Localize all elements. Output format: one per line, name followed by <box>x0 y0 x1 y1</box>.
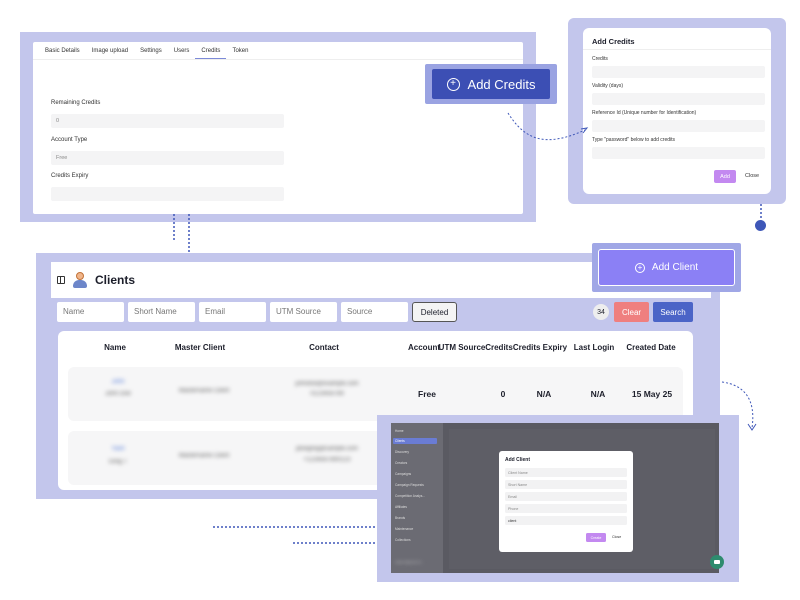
sidebar-item-collections[interactable]: Collections <box>395 538 411 542</box>
client-name-input[interactable]: Client Name <box>505 468 627 477</box>
client-full-name: Greg T <box>108 459 128 465</box>
sidebar-item-competition-analysis[interactable]: Competition Analys... <box>395 494 425 498</box>
sidebar-item-brands[interactable]: Brands <box>395 516 405 520</box>
column-header-utm-source: UTM Source <box>438 343 486 352</box>
utm-source-filter-input[interactable]: UTM Source <box>270 302 337 322</box>
clients-header: Clients <box>57 272 135 288</box>
sidebar-toggle-icon[interactable] <box>57 276 65 284</box>
client-name-link[interactable]: Yash <box>111 446 124 452</box>
column-header-name: Name <box>104 343 126 352</box>
page-title: Clients <box>95 273 136 287</box>
client-full-name: John Doe <box>105 391 131 397</box>
short-name-input[interactable]: Short Name <box>505 480 627 489</box>
contact-phone-cell: +1234567890123 <box>303 457 351 463</box>
sidebar-item-creators[interactable]: Creators <box>395 461 407 465</box>
master-client-cell: Mastername Client <box>178 453 230 459</box>
dashboard-sidebar: Home Clients Discovery Creators Campaign… <box>391 423 443 573</box>
client-name-link[interactable]: John <box>111 379 124 385</box>
email-input[interactable]: Email <box>505 492 627 501</box>
clear-button[interactable]: Clear <box>614 302 649 322</box>
add-client-modal: Add Client Client Name Short Name Email … <box>499 451 633 552</box>
create-button[interactable]: Create <box>586 533 606 542</box>
contact-email-cell: johndoe@example.com <box>295 381 359 387</box>
column-header-credits-expiry: Credits Expiry <box>512 343 568 352</box>
contact-phone-cell: 0123456789 <box>310 391 344 397</box>
created-date-cell: 15 May 25 <box>631 389 673 399</box>
add-client-button-frame: + Add Client <box>592 243 741 292</box>
credits-expiry-cell: N/A <box>536 389 552 399</box>
column-header-account: Account <box>408 343 440 352</box>
sidebar-item-maintenance[interactable]: Maintenance <box>395 527 413 531</box>
credits-cell: 0 <box>500 389 506 399</box>
clients-avatar-icon <box>73 272 87 288</box>
sidebar-item-affiliates[interactable]: Affiliates <box>395 505 407 509</box>
search-button[interactable]: Search <box>653 302 693 322</box>
column-header-master-client: Master Client <box>174 343 226 352</box>
short-name-filter-input[interactable]: Short Name <box>128 302 195 322</box>
source-filter-input[interactable]: Source <box>341 302 408 322</box>
dashboard-preview: Home Clients Discovery Creators Campaign… <box>391 423 719 573</box>
plus-circle-icon: + <box>634 262 645 273</box>
user-email: dwaate.tt@gmail.com <box>395 560 422 564</box>
sidebar-item-discovery[interactable]: Discovery <box>395 450 409 454</box>
chat-icon[interactable] <box>710 555 724 569</box>
sidebar-item-campaign-requests[interactable]: Campaign Requests <box>395 483 424 487</box>
client-type-select[interactable]: client <box>505 516 627 525</box>
account-cell: Free <box>418 389 436 399</box>
contact-email-cell: jdoegreg@sample.com <box>296 446 358 452</box>
add-client-button-label: Add Client <box>651 262 699 273</box>
sidebar-item-home[interactable]: Home <box>395 429 404 433</box>
close-button[interactable]: Close <box>612 535 621 539</box>
add-client-button[interactable]: + Add Client <box>598 249 735 286</box>
column-header-contact: Contact <box>309 343 339 352</box>
deleted-toggle-button[interactable]: Deleted <box>412 302 457 322</box>
column-header-created-date: Created Date <box>626 343 676 352</box>
sidebar-item-clients[interactable]: Clients <box>393 438 437 444</box>
column-header-last-login: Last Login <box>573 343 615 352</box>
email-filter-input[interactable]: Email <box>199 302 266 322</box>
column-header-credits: Credits <box>485 343 513 352</box>
add-client-modal-title: Add Client <box>505 457 530 463</box>
connector-dot <box>755 220 766 231</box>
sidebar-item-campaigns[interactable]: Campaigns <box>395 472 411 476</box>
name-filter-input[interactable]: Name <box>57 302 124 322</box>
master-client-cell: Mastername Client <box>178 388 230 394</box>
phone-input[interactable]: Phone <box>505 504 627 513</box>
results-count-badge: 34 <box>593 304 609 320</box>
last-login-cell: N/A <box>590 389 606 399</box>
